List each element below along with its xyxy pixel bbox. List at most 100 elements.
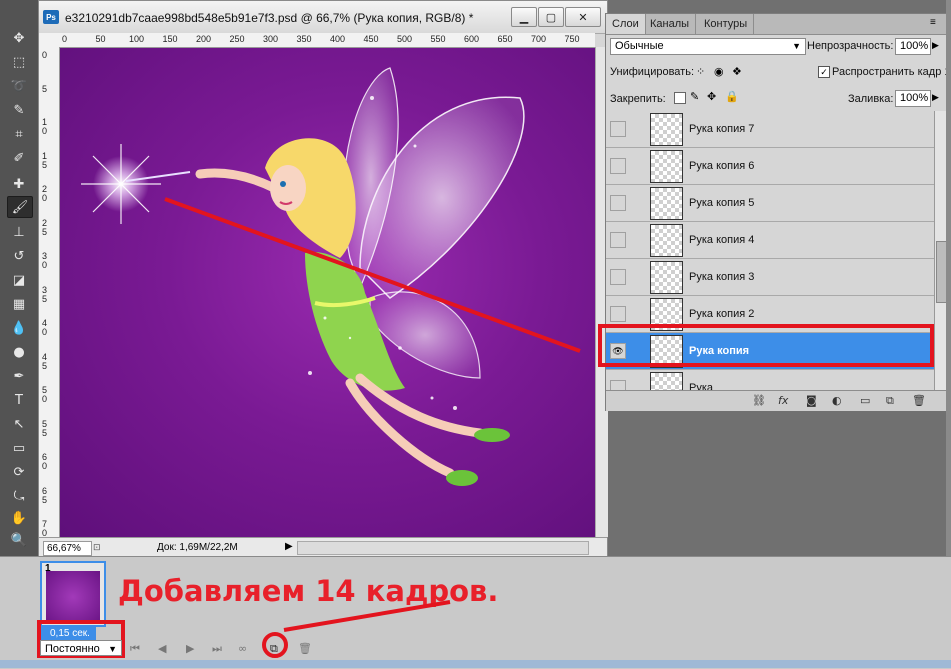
- shape-tool-icon[interactable]: ▭: [7, 438, 31, 458]
- hand-tool-icon[interactable]: ✋: [7, 508, 31, 528]
- delete-layer-icon[interactable]: 🗑: [912, 394, 926, 407]
- visibility-toggle[interactable]: [610, 121, 626, 137]
- marquee-tool-icon[interactable]: ⬚: [7, 52, 31, 72]
- image-canvas[interactable]: [60, 48, 595, 537]
- unify-visibility-icon[interactable]: ◉: [714, 65, 724, 78]
- tab-layers[interactable]: Слои: [606, 14, 646, 34]
- horizontal-scrollbar[interactable]: [297, 541, 589, 555]
- path-select-tool-icon[interactable]: ↖: [7, 414, 31, 434]
- close-button[interactable]: ✕: [565, 7, 601, 27]
- crop-tool-icon[interactable]: ⌗: [7, 124, 31, 144]
- visibility-toggle[interactable]: [610, 158, 626, 174]
- pen-tool-icon[interactable]: ✒: [7, 366, 31, 386]
- brush-tool-icon[interactable]: 🖌: [7, 196, 33, 218]
- delete-frame-icon[interactable]: 🗑: [298, 642, 312, 655]
- zoom-field[interactable]: 66,67%: [43, 541, 92, 556]
- eyedropper-tool-icon[interactable]: ✐: [7, 148, 31, 168]
- type-tool-icon[interactable]: T: [7, 390, 31, 410]
- unify-position-icon[interactable]: ⁘: [696, 65, 705, 78]
- new-group-icon[interactable]: ▭: [860, 394, 870, 407]
- opacity-arrow-icon[interactable]: ▶: [932, 40, 939, 51]
- visibility-toggle[interactable]: [610, 306, 626, 322]
- visibility-toggle[interactable]: [610, 380, 626, 390]
- tab-paths[interactable]: Контуры: [698, 14, 755, 34]
- animation-frame-1[interactable]: 1: [40, 561, 106, 627]
- healing-brush-tool-icon[interactable]: ✚: [7, 174, 31, 194]
- blend-mode-select[interactable]: Обычные ▼: [610, 38, 806, 55]
- layer-row[interactable]: Рука: [606, 370, 934, 390]
- propagate-label: Распространить кадр 1: [832, 66, 951, 78]
- quick-select-tool-icon[interactable]: ✎: [7, 100, 31, 120]
- previous-frame-icon[interactable]: ◀: [158, 642, 166, 655]
- layer-thumbnail: [650, 224, 683, 257]
- ruler-top-tick: 100: [129, 34, 145, 44]
- loop-select[interactable]: Постоянно ▼: [40, 640, 122, 656]
- dodge-tool-icon[interactable]: ●: [7, 342, 31, 362]
- tab-channels[interactable]: Каналы: [644, 14, 697, 34]
- ruler-left-tick: 1 0: [42, 117, 48, 136]
- layer-name: Рука копия 2: [689, 308, 755, 320]
- fill-label: Заливка:: [848, 93, 894, 105]
- zoom-tool-icon[interactable]: 🔍: [7, 530, 31, 550]
- blur-tool-icon[interactable]: 💧: [7, 318, 31, 338]
- lock-position-icon[interactable]: ✥: [707, 90, 716, 103]
- lock-pixels-icon[interactable]: ✎: [690, 90, 699, 103]
- layer-thumbnail: [650, 150, 683, 183]
- tween-icon[interactable]: ∞: [238, 642, 247, 655]
- fill-field[interactable]: 100%: [895, 90, 931, 107]
- ruler-top-tick: 350: [296, 34, 312, 44]
- layer-style-icon[interactable]: fx: [778, 394, 788, 407]
- layer-row[interactable]: Рука копия 4: [606, 222, 934, 259]
- ruler-top-tick: 750: [564, 34, 580, 44]
- opacity-field[interactable]: 100%: [895, 38, 931, 55]
- layer-row[interactable]: Рука копия 7: [606, 111, 934, 148]
- visibility-toggle[interactable]: [610, 269, 626, 285]
- chevron-down-icon: ▼: [108, 644, 117, 654]
- next-frame-icon[interactable]: ⏭: [212, 642, 222, 656]
- ruler-top-tick: 150: [162, 34, 178, 44]
- status-menu-arrow-icon[interactable]: ▶: [285, 541, 293, 552]
- ruler-left-tick: 7 0: [42, 519, 48, 538]
- stamp-tool-icon[interactable]: ⊥: [7, 222, 31, 242]
- loop-value: Постоянно: [45, 643, 100, 655]
- minimize-button[interactable]: ▁: [511, 7, 537, 27]
- lasso-tool-icon[interactable]: ➰: [7, 76, 31, 96]
- fill-arrow-icon[interactable]: ▶: [932, 92, 939, 103]
- layer-name: Рука копия 4: [689, 234, 755, 246]
- lock-transparency-icon[interactable]: [674, 92, 686, 104]
- visibility-toggle[interactable]: [610, 232, 626, 248]
- play-icon[interactable]: ▶: [186, 642, 194, 655]
- move-tool-icon[interactable]: ✥: [7, 28, 31, 48]
- fairy-artwork: [81, 67, 581, 486]
- unify-style-icon[interactable]: ❖: [732, 65, 742, 78]
- eraser-tool-icon[interactable]: ◪: [7, 270, 31, 290]
- history-brush-tool-icon[interactable]: ↺: [7, 246, 31, 266]
- propagate-checkbox[interactable]: ✓: [818, 66, 830, 78]
- maximize-button[interactable]: ▢: [538, 7, 564, 27]
- first-frame-icon[interactable]: ⏮: [130, 642, 140, 656]
- vertical-ruler[interactable]: 0 5 1 0 1 5 2 0 2 5 3 0 3 5 4 0 4 5 5 0 5 5 6 0 6 5 7 …: [39, 47, 60, 538]
- link-layers-icon[interactable]: ⛓: [752, 394, 766, 407]
- 3d-rotate-tool-icon[interactable]: ⟳: [7, 462, 31, 482]
- ruler-top-tick: 700: [531, 34, 547, 44]
- gradient-tool-icon[interactable]: ▦: [7, 294, 31, 314]
- adjustment-layer-icon[interactable]: ◐: [832, 394, 842, 407]
- layer-thumbnail: [650, 372, 683, 390]
- ruler-left-tick: 6 0: [42, 452, 48, 471]
- panel-menu-icon[interactable]: ≡: [930, 17, 936, 28]
- photoshop-icon: Ps: [43, 10, 59, 24]
- horizontal-ruler[interactable]: 0 50 100 150 200 250 300 350 400 450 500 550 600 650 7…: [59, 33, 595, 48]
- annotation-arrow: [283, 600, 451, 632]
- layer-mask-icon[interactable]: ◙: [806, 394, 817, 407]
- new-layer-icon[interactable]: ⧉: [886, 394, 894, 408]
- layer-row[interactable]: Рука копия 6: [606, 148, 934, 185]
- layer-row[interactable]: Рука копия 3: [606, 259, 934, 296]
- visibility-toggle[interactable]: [610, 195, 626, 211]
- layer-row[interactable]: Рука копия 5: [606, 185, 934, 222]
- lock-all-icon[interactable]: 🔒: [725, 90, 739, 103]
- blend-mode-value: Обычные: [615, 40, 664, 52]
- layer-thumbnail: [650, 113, 683, 146]
- ruler-top-tick: 400: [330, 34, 346, 44]
- ruler-top-tick: 500: [397, 34, 413, 44]
- 3d-orbit-tool-icon[interactable]: ⤿: [7, 486, 31, 506]
